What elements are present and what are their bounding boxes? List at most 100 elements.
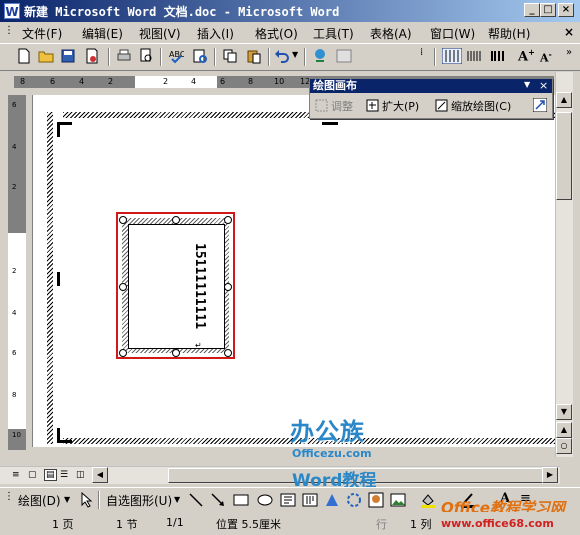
- canvas-border-left[interactable]: [47, 112, 53, 444]
- drawing-canvas-toolbar[interactable]: 绘图画布 ▼ × 调整 扩大(P) 缩放绘图(C): [309, 78, 553, 119]
- menu-insert[interactable]: 插入(I): [197, 25, 234, 42]
- menu-file[interactable]: 文件(F): [22, 25, 62, 42]
- maximize-icon[interactable]: □: [540, 3, 556, 17]
- distribute-icon[interactable]: [466, 48, 482, 64]
- menu-edit[interactable]: 编辑(E): [82, 25, 123, 42]
- undo-icon[interactable]: [274, 48, 290, 64]
- select-pointer-icon[interactable]: [80, 492, 94, 508]
- fit-button[interactable]: 调整: [331, 98, 353, 114]
- diagram-icon[interactable]: [346, 492, 362, 508]
- browse-object-icon[interactable]: ○: [556, 438, 572, 454]
- hyperlink-icon[interactable]: [312, 48, 328, 64]
- autoshapes-dropdown-icon[interactable]: ▼: [174, 495, 180, 504]
- vertical-textbox-icon[interactable]: [302, 492, 318, 508]
- grip-icon[interactable]: ⋮: [4, 491, 14, 502]
- toolbar-more-icon[interactable]: »: [566, 47, 572, 58]
- table-icon[interactable]: [336, 48, 352, 64]
- scroll-up-icon[interactable]: ▲: [556, 92, 572, 108]
- canvas-crop-corner[interactable]: [57, 122, 72, 137]
- grip-icon[interactable]: ⋮: [4, 25, 14, 36]
- normal-view-icon[interactable]: ≡: [12, 470, 20, 480]
- horizontal-scrollbar[interactable]: ≡ ▢ ▤ ☰ ◫ ◀ ▶: [0, 466, 560, 484]
- minimize-icon[interactable]: _: [524, 3, 540, 17]
- text-wrapping-icon[interactable]: [533, 98, 547, 112]
- resize-handle[interactable]: [172, 216, 180, 224]
- canvas-crop-handle[interactable]: [322, 122, 338, 125]
- draw-dropdown-icon[interactable]: ▼: [64, 495, 70, 504]
- oval-icon[interactable]: [256, 492, 274, 508]
- shrink-font-icon[interactable]: A-: [540, 49, 552, 65]
- word-app-icon[interactable]: W: [4, 3, 20, 19]
- scroll-down-icon[interactable]: ▼: [556, 404, 572, 420]
- fit-icon[interactable]: [315, 99, 328, 112]
- menu-format[interactable]: 格式(O): [255, 25, 298, 42]
- text-direction-icon[interactable]: [442, 48, 462, 64]
- permission-icon[interactable]: [84, 48, 100, 64]
- vertical-scrollbar[interactable]: ▲ ▼ ▲ ○: [555, 72, 573, 457]
- vertical-text[interactable]: 15111111111: [192, 243, 207, 329]
- fill-color-icon[interactable]: [420, 492, 436, 508]
- doc-close-icon[interactable]: ×: [564, 25, 574, 39]
- resize-handle[interactable]: [119, 283, 127, 291]
- resize-handle[interactable]: [224, 349, 232, 357]
- wordart-icon[interactable]: [324, 492, 340, 508]
- print-preview-icon[interactable]: [138, 48, 154, 64]
- print-icon[interactable]: [116, 48, 132, 64]
- expand-icon[interactable]: [366, 99, 379, 112]
- menu-view[interactable]: 视图(V): [139, 25, 181, 42]
- menu-window[interactable]: 窗口(W): [430, 25, 475, 42]
- resize-handle[interactable]: [224, 216, 232, 224]
- scale-drawing-icon[interactable]: [435, 99, 448, 112]
- vertical-ruler[interactable]: 6 4 2 2 4 6 8 10: [8, 95, 26, 450]
- scale-drawing-button[interactable]: 缩放绘图(C): [451, 98, 511, 114]
- new-document-icon[interactable]: [16, 48, 32, 64]
- resize-handle[interactable]: [224, 283, 232, 291]
- resize-handle[interactable]: [172, 349, 180, 357]
- expand-button[interactable]: 扩大(P): [382, 98, 419, 114]
- print-view-icon[interactable]: ▤: [44, 469, 57, 481]
- previous-page-icon[interactable]: ▲: [556, 422, 572, 438]
- copy-icon[interactable]: [222, 48, 238, 64]
- outline-view-icon[interactable]: ☰: [60, 470, 68, 480]
- rectangle-icon[interactable]: [232, 492, 250, 508]
- ruler-text-area: [135, 76, 217, 88]
- toolbar-separator: [434, 48, 436, 66]
- text-box-content[interactable]: 15111111111 ↵: [128, 224, 225, 350]
- align-columns-icon[interactable]: [490, 48, 506, 64]
- clipart-icon[interactable]: [368, 492, 384, 508]
- save-icon[interactable]: [60, 48, 76, 64]
- web-view-icon[interactable]: ▢: [28, 470, 37, 480]
- close-icon[interactable]: ×: [558, 3, 574, 17]
- ruler-number: 10: [12, 431, 21, 439]
- menu-tools[interactable]: 工具(T): [313, 25, 354, 42]
- reading-view-icon[interactable]: ◫: [76, 470, 85, 480]
- status-page-count: 1/1: [166, 516, 184, 529]
- autoshapes-button[interactable]: 自选图形(U): [106, 492, 172, 509]
- undo-dropdown-icon[interactable]: ▼: [292, 50, 298, 59]
- scroll-right-icon[interactable]: ▶: [542, 467, 558, 483]
- menu-table[interactable]: 表格(A): [370, 25, 412, 42]
- picture-icon[interactable]: [390, 492, 406, 508]
- menu-help[interactable]: 帮助(H): [488, 25, 530, 42]
- document-page[interactable]: [32, 95, 556, 447]
- textbox-icon[interactable]: [280, 492, 296, 508]
- arrow-icon[interactable]: [210, 492, 226, 508]
- text-box-selected[interactable]: 15111111111 ↵: [116, 212, 235, 359]
- resize-handle[interactable]: [119, 349, 127, 357]
- toolbar-options-icon[interactable]: ⁞: [420, 47, 423, 58]
- toolbar-close-icon[interactable]: ×: [539, 79, 548, 92]
- spelling-icon[interactable]: ABC: [168, 48, 184, 64]
- scroll-thumb[interactable]: [556, 112, 572, 200]
- draw-menu-button[interactable]: 绘图(D): [18, 492, 61, 509]
- toolbar-options-icon[interactable]: ▼: [524, 80, 530, 89]
- paste-icon[interactable]: [246, 48, 262, 64]
- open-folder-icon[interactable]: [38, 48, 54, 64]
- resize-handle[interactable]: [119, 216, 127, 224]
- research-icon[interactable]: [192, 48, 208, 64]
- line-icon[interactable]: [188, 492, 204, 508]
- grow-font-icon[interactable]: A+: [518, 47, 535, 64]
- canvas-crop-corner[interactable]: [57, 428, 72, 443]
- drawing-canvas-toolbar-title[interactable]: 绘图画布: [310, 79, 552, 93]
- canvas-crop-handle[interactable]: [57, 272, 60, 286]
- scroll-left-icon[interactable]: ◀: [92, 467, 108, 483]
